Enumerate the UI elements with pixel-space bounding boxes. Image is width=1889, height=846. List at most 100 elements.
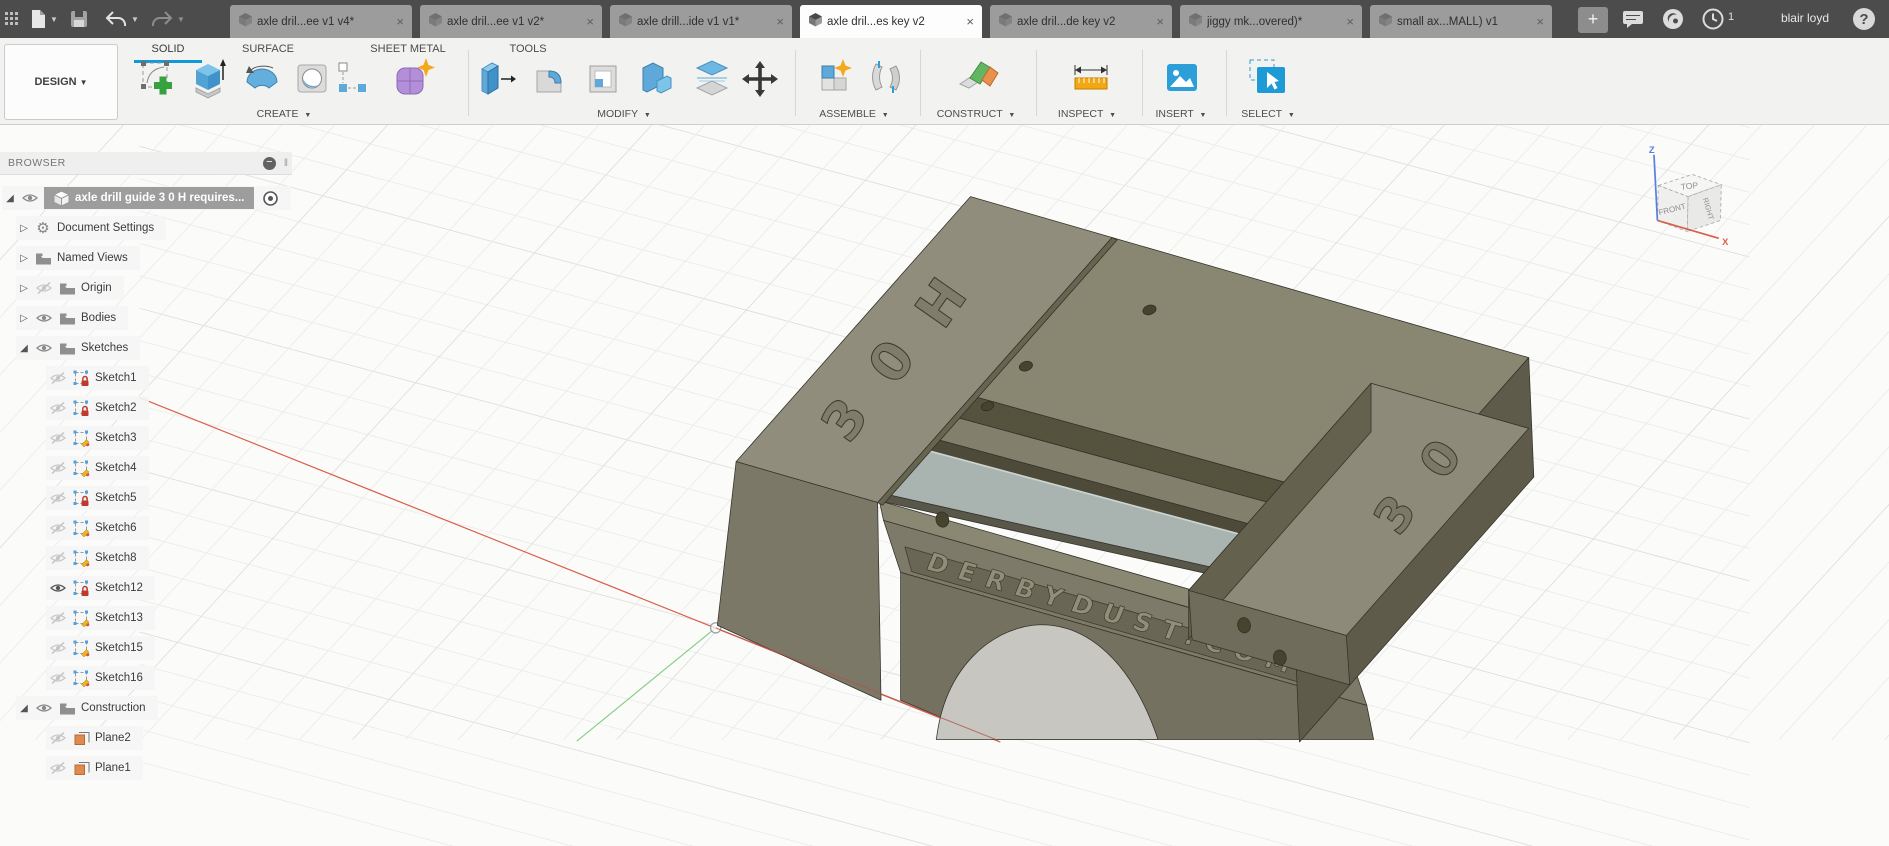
browser-item-sketch1[interactable]: Sketch1 [46, 366, 149, 390]
expand-arrow-icon[interactable]: ◢ [16, 703, 32, 714]
visibility-eye-icon[interactable] [46, 432, 70, 444]
browser-item-sketch6[interactable]: Sketch6 [46, 516, 149, 540]
visibility-eye-icon[interactable] [18, 192, 42, 204]
visibility-eye-icon[interactable] [46, 552, 70, 564]
browser-item-plane1[interactable]: Plane1 [46, 756, 143, 780]
browser-item-construction[interactable]: ◢ Construction [16, 696, 158, 720]
comment-icon[interactable] [1622, 7, 1644, 31]
press-pull-icon[interactable] [477, 56, 517, 102]
selected-item-highlight[interactable]: axle drill guide 3 0 H requires... [44, 187, 254, 209]
browser-item-sketch13[interactable]: Sketch13 [46, 606, 155, 630]
expand-arrow-icon[interactable]: ◢ [2, 193, 18, 204]
user-name[interactable]: blair loyd [1781, 11, 1829, 25]
document-tab-close-icon[interactable]: × [586, 14, 594, 29]
data-panel-toggle-icon[interactable] [4, 7, 20, 31]
document-tab-close-icon[interactable]: × [396, 14, 404, 29]
job-status-icon[interactable] [1662, 7, 1684, 31]
visibility-eye-icon[interactable] [46, 672, 70, 684]
browser-item-plane2[interactable]: Plane2 [46, 726, 143, 750]
expand-arrow-icon[interactable]: ◢ [16, 343, 32, 354]
insert-image-icon[interactable] [1162, 56, 1202, 102]
save-icon[interactable] [70, 7, 88, 31]
browser-item-sketches[interactable]: ◢ Sketches [16, 336, 140, 360]
document-tab-7[interactable]: small ax...MALL) v1 × [1370, 5, 1552, 38]
visibility-eye-icon[interactable] [46, 642, 70, 654]
browser-item-sketch3[interactable]: Sketch3 [46, 426, 149, 450]
undo-icon[interactable]: ▼ [104, 7, 139, 31]
collapse-arrow-icon[interactable]: ▷ [16, 253, 32, 264]
design-viewport[interactable]: DERBYDUST.COM 0 3 H 0 3 [0, 125, 1889, 846]
visibility-eye-icon[interactable] [46, 522, 70, 534]
ribbon-tab-surface[interactable]: SURFACE [242, 43, 294, 55]
browser-item-sketch5[interactable]: Sketch5 [46, 486, 149, 510]
browser-item-sketch2[interactable]: Sketch2 [46, 396, 149, 420]
ribbon-group-inspect[interactable]: INSPECT ▼ [1058, 108, 1116, 120]
document-tab-5[interactable]: axle dril...de key v2 × [990, 5, 1172, 38]
browser-drag-handle[interactable]: ‖ [284, 158, 288, 169]
visibility-eye-icon[interactable] [46, 582, 70, 594]
move-copy-icon[interactable] [740, 56, 780, 102]
browser-item-bodies[interactable]: ▷ Bodies [16, 306, 128, 330]
notifications-clock-icon[interactable] [1702, 7, 1724, 31]
extrude-icon[interactable] [190, 56, 230, 102]
browser-item-sketch4[interactable]: Sketch4 [46, 456, 149, 480]
create-form-icon[interactable] [392, 56, 432, 102]
browser-item-sketch16[interactable]: Sketch16 [46, 666, 155, 690]
ribbon-tab-solid[interactable]: SOLID [151, 43, 184, 55]
visibility-eye-icon[interactable] [46, 612, 70, 624]
visibility-eye-icon[interactable] [46, 402, 70, 414]
document-tab-close-icon[interactable]: × [1346, 14, 1354, 29]
workspace-switcher[interactable]: DESIGN ▼ [4, 44, 118, 120]
document-tab-4[interactable]: axle dril...es key v2 × [800, 5, 982, 38]
collapse-arrow-icon[interactable]: ▷ [16, 313, 32, 324]
browser-item-named-views[interactable]: ▷ Named Views [16, 246, 140, 270]
new-document-tab-button[interactable]: + [1578, 7, 1608, 33]
shell-icon[interactable] [583, 56, 623, 102]
ribbon-group-select[interactable]: SELECT ▼ [1241, 108, 1295, 120]
browser-item-document-settings[interactable]: ▷⚙ Document Settings [16, 216, 166, 240]
visibility-eye-icon[interactable] [32, 702, 56, 714]
help-icon[interactable]: ? [1852, 7, 1876, 31]
activate-component-radio[interactable] [262, 190, 279, 207]
construction-plane-icon[interactable] [957, 56, 997, 102]
browser-item-sketch12[interactable]: Sketch12 [46, 576, 155, 600]
visibility-eye-icon[interactable] [32, 282, 56, 294]
hole-icon[interactable] [292, 56, 332, 102]
rectangular-pattern-icon[interactable] [332, 56, 372, 102]
document-tab-close-icon[interactable]: × [776, 14, 784, 29]
document-tab-close-icon[interactable]: × [966, 14, 974, 29]
browser-item-origin[interactable]: ▷ Origin [16, 276, 124, 300]
ribbon-group-insert[interactable]: INSERT ▼ [1156, 108, 1207, 120]
visibility-eye-icon[interactable] [32, 312, 56, 324]
visibility-eye-icon[interactable] [46, 372, 70, 384]
joint-icon[interactable] [866, 56, 906, 102]
browser-item-axle-drill-guide-3-0-h-require[interactable]: ◢ axle drill guide 3 0 H requires... [2, 186, 291, 210]
ribbon-group-construct[interactable]: CONSTRUCT ▼ [937, 108, 1016, 120]
ribbon-tab-sheet-metal[interactable]: SHEET METAL [370, 43, 445, 55]
document-tab-2[interactable]: axle dril...ee v1 v2* × [420, 5, 602, 38]
browser-collapse-button[interactable]: − [263, 157, 276, 170]
visibility-eye-icon[interactable] [46, 462, 70, 474]
offset-face-icon[interactable] [692, 56, 732, 102]
new-file-icon[interactable]: ▼ [30, 7, 58, 31]
select-icon[interactable] [1246, 56, 1286, 102]
ribbon-group-modify[interactable]: MODIFY ▼ [597, 108, 651, 120]
measure-icon[interactable] [1070, 56, 1110, 102]
document-tab-close-icon[interactable]: × [1536, 14, 1544, 29]
create-sketch-icon[interactable] [136, 56, 176, 102]
ribbon-group-assemble[interactable]: ASSEMBLE ▼ [819, 108, 888, 120]
fillet-icon[interactable] [530, 56, 570, 102]
document-tab-1[interactable]: axle dril...ee v1 v4* × [230, 5, 412, 38]
collapse-arrow-icon[interactable]: ▷ [16, 223, 32, 234]
ribbon-group-create[interactable]: CREATE ▼ [257, 108, 312, 120]
document-tab-6[interactable]: jiggy mk...overed)* × [1180, 5, 1362, 38]
combine-icon[interactable] [637, 56, 677, 102]
new-file-caret[interactable]: ▼ [50, 15, 58, 24]
revolve-icon[interactable] [242, 56, 282, 102]
browser-item-sketch15[interactable]: Sketch15 [46, 636, 155, 660]
document-tab-3[interactable]: axle drill...ide v1 v1* × [610, 5, 792, 38]
ribbon-tab-tools[interactable]: TOOLS [509, 43, 546, 55]
undo-caret[interactable]: ▼ [131, 15, 139, 24]
collapse-arrow-icon[interactable]: ▷ [16, 283, 32, 294]
visibility-eye-icon[interactable] [46, 732, 70, 744]
